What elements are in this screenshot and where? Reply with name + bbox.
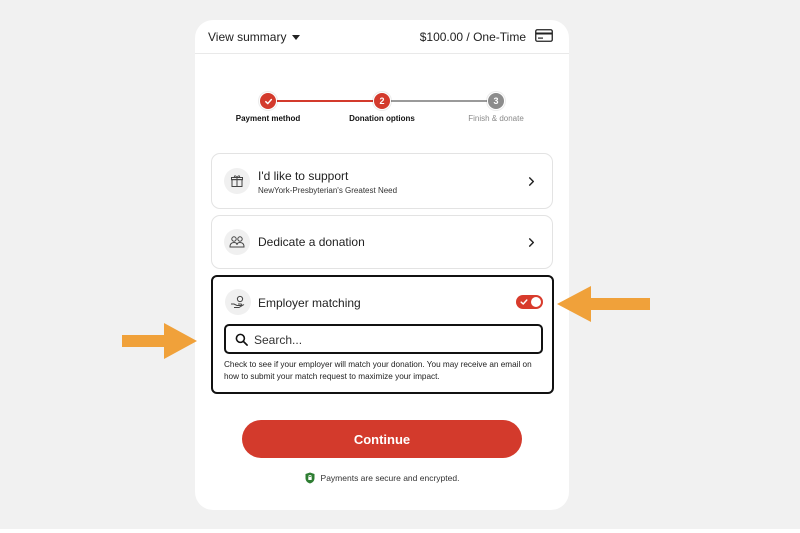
shield-icon <box>305 472 315 484</box>
view-summary-label: View summary <box>208 30 287 44</box>
support-option-title: I'd like to support <box>258 169 349 183</box>
credit-card-icon <box>535 29 553 42</box>
step-2-label: Donation options <box>349 114 415 123</box>
annotation-arrow-left-icon <box>557 286 650 322</box>
check-icon <box>520 299 528 305</box>
chevron-right-icon <box>528 177 535 186</box>
employer-matching-help-text: Check to see if your employer will match… <box>224 360 532 381</box>
step-connector-complete <box>275 100 382 102</box>
employer-search-input[interactable] <box>254 331 524 348</box>
secure-payments-text: Payments are secure and encrypted. <box>320 473 460 483</box>
secure-payments-note: Payments are secure and encrypted. <box>195 472 569 484</box>
view-summary-toggle[interactable]: View summary <box>208 30 301 44</box>
search-icon <box>235 333 248 346</box>
step-3-circle: 3 <box>488 93 504 109</box>
caret-down-icon <box>292 35 301 40</box>
employer-matching-toggle[interactable] <box>516 295 543 309</box>
step-1-label: Payment method <box>235 114 301 123</box>
gift-icon <box>224 168 250 194</box>
employer-matching-panel: Employer matching Check to see if your e… <box>211 275 554 394</box>
summary-bar: View summary $100.00 / One-Time <box>195 20 569 54</box>
dedicate-option-title: Dedicate a donation <box>258 235 365 249</box>
hand-coin-icon <box>225 289 251 315</box>
step-2-circle: 2 <box>374 93 390 109</box>
people-icon <box>224 229 250 255</box>
dedicate-option-row[interactable]: Dedicate a donation <box>211 215 553 269</box>
annotation-arrow-right-icon <box>122 323 197 359</box>
page-bottom-band <box>0 529 800 533</box>
employer-matching-title: Employer matching <box>258 296 361 310</box>
employer-search-box <box>224 324 543 354</box>
continue-button[interactable]: Continue <box>242 420 522 458</box>
step-connector-upcoming <box>382 100 496 102</box>
toggle-knob <box>531 297 541 307</box>
donation-card: View summary $100.00 / One-Time 2 3 Paym… <box>195 20 569 510</box>
donation-amount: $100.00 / One-Time <box>419 30 526 44</box>
support-option-row[interactable]: I'd like to support NewYork-Presbyterian… <box>211 153 553 209</box>
step-3-label: Finish & donate <box>468 114 524 123</box>
chevron-right-icon <box>528 238 535 247</box>
support-option-subtitle: NewYork-Presbyterian's Greatest Need <box>258 186 398 195</box>
step-1-check-icon <box>260 93 276 109</box>
